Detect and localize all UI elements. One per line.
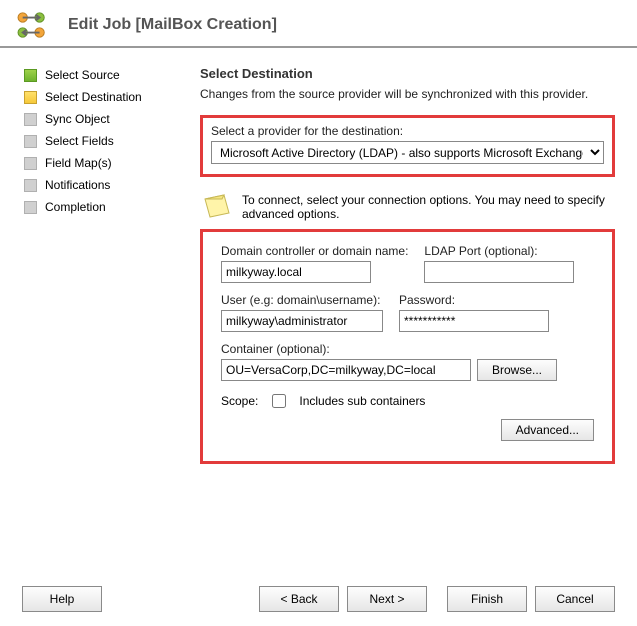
main-panel: Select Destination Changes from the sour… <box>190 56 637 474</box>
finish-button[interactable]: Finish <box>447 586 527 612</box>
sub-containers-checkbox[interactable] <box>272 394 286 408</box>
back-button[interactable]: < Back <box>259 586 339 612</box>
nav-label: Completion <box>45 200 106 214</box>
provider-select[interactable]: Microsoft Active Directory (LDAP) - also… <box>211 141 604 164</box>
domain-input[interactable] <box>221 261 371 283</box>
advanced-button[interactable]: Advanced... <box>501 419 594 441</box>
scope-label: Scope: <box>221 394 258 408</box>
nav-status-icon <box>24 179 37 192</box>
page-subtext: Changes from the source provider will be… <box>200 87 615 101</box>
nav-label: Select Destination <box>45 90 142 104</box>
nav-label: Select Source <box>45 68 120 82</box>
nav-label: Select Fields <box>45 134 114 148</box>
wizard-footer: Help < Back Next > Finish Cancel <box>0 586 637 612</box>
provider-highlight: Select a provider for the destination: M… <box>200 115 615 177</box>
container-label: Container (optional): <box>221 342 594 356</box>
nav-label: Field Map(s) <box>45 156 112 170</box>
nav-status-icon <box>24 157 37 170</box>
nav-status-icon <box>24 135 37 148</box>
password-input[interactable] <box>399 310 549 332</box>
container-input[interactable] <box>221 359 471 381</box>
nav-status-icon <box>24 201 37 214</box>
domain-label: Domain controller or domain name: <box>221 244 408 258</box>
sub-containers-label: Includes sub containers <box>299 394 425 408</box>
note-icon <box>202 193 232 219</box>
provider-label: Select a provider for the destination: <box>211 124 604 138</box>
nav-select-source[interactable]: Select Source <box>24 68 190 82</box>
header: Edit Job [MailBox Creation] <box>0 0 637 48</box>
connection-section: To connect, select your connection optio… <box>200 187 615 464</box>
help-button[interactable]: Help <box>22 586 102 612</box>
connection-highlight: Domain controller or domain name: LDAP P… <box>200 229 615 464</box>
next-button[interactable]: Next > <box>347 586 427 612</box>
password-label: Password: <box>399 293 549 307</box>
page-heading: Select Destination <box>200 66 615 81</box>
ldap-port-label: LDAP Port (optional): <box>424 244 574 258</box>
browse-button[interactable]: Browse... <box>477 359 557 381</box>
nav-status-icon <box>24 69 37 82</box>
nav-label: Sync Object <box>45 112 110 126</box>
nav-sync-object[interactable]: Sync Object <box>24 112 190 126</box>
connection-instructions: To connect, select your connection optio… <box>242 193 605 221</box>
wizard-nav: Select Source Select Destination Sync Ob… <box>0 56 190 474</box>
nav-status-icon <box>24 113 37 126</box>
user-label: User (e.g: domain\username): <box>221 293 383 307</box>
nav-status-icon <box>24 91 37 104</box>
app-logo-icon <box>14 10 52 40</box>
nav-notifications[interactable]: Notifications <box>24 178 190 192</box>
window-title: Edit Job [MailBox Creation] <box>68 16 277 34</box>
nav-select-destination[interactable]: Select Destination <box>24 90 190 104</box>
nav-label: Notifications <box>45 178 110 192</box>
cancel-button[interactable]: Cancel <box>535 586 615 612</box>
nav-field-maps[interactable]: Field Map(s) <box>24 156 190 170</box>
nav-select-fields[interactable]: Select Fields <box>24 134 190 148</box>
user-input[interactable] <box>221 310 383 332</box>
nav-completion[interactable]: Completion <box>24 200 190 214</box>
ldap-port-input[interactable] <box>424 261 574 283</box>
